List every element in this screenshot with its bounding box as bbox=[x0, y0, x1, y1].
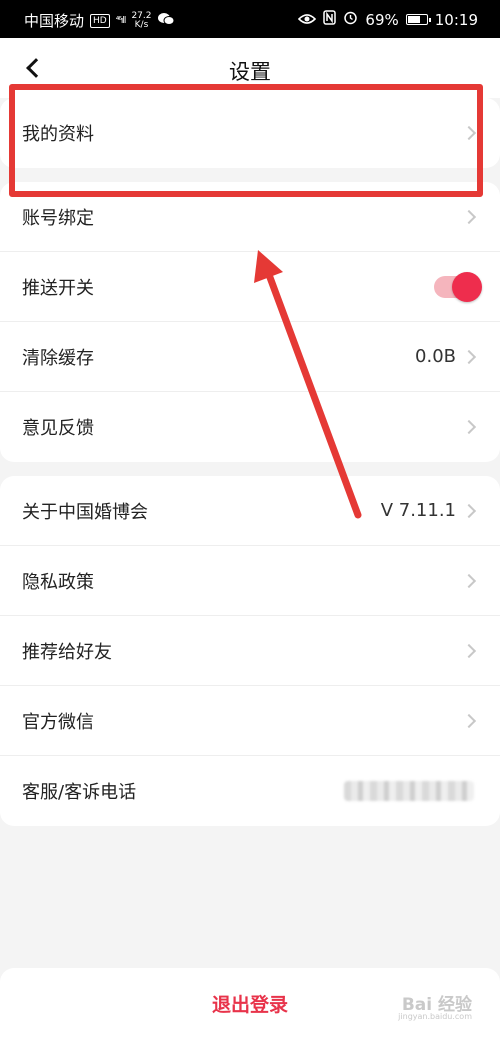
row-feedback[interactable]: 意见反馈 bbox=[0, 392, 500, 462]
settings-group-about: 关于中国婚博会 V 7.11.1 隐私政策 推荐给好友 官方微信 客服/客诉电话 bbox=[0, 476, 500, 826]
network-speed: 27.2 K/s bbox=[131, 11, 151, 30]
row-label: 意见反馈 bbox=[22, 418, 94, 439]
battery-percent: 69% bbox=[365, 10, 399, 29]
chevron-right-icon bbox=[461, 503, 477, 518]
chevron-right-icon bbox=[461, 349, 477, 364]
row-label: 清除缓存 bbox=[22, 347, 94, 369]
carrier-name: 中国移动 bbox=[24, 12, 85, 30]
settings-group-account: 账号绑定 推送开关 清除缓存 0.0B 意见反馈 bbox=[0, 182, 500, 462]
row-about[interactable]: 关于中国婚博会 V 7.11.1 bbox=[0, 476, 500, 546]
row-label: 客服/客诉电话 bbox=[22, 782, 137, 803]
logout-label: 退出登录 bbox=[211, 993, 288, 1016]
watermark: Bai 经验 jingyan.baidu.com bbox=[398, 990, 472, 1021]
battery-icon bbox=[405, 14, 431, 25]
chevron-right-icon bbox=[461, 713, 477, 728]
row-official-wechat[interactable]: 官方微信 bbox=[0, 686, 500, 756]
row-label: 账号绑定 bbox=[22, 207, 94, 229]
row-push-switch: 推送开关 bbox=[0, 252, 500, 322]
status-bar: 中国移动 HD ⁴⁶ıll 27.2 K/s 69% 10:19 bbox=[0, 0, 500, 38]
toggle-knob bbox=[452, 271, 482, 302]
chevron-right-icon bbox=[461, 573, 477, 588]
watermark-sub: jingyan.baidu.com bbox=[398, 1012, 472, 1021]
row-recommend-friends[interactable]: 推荐给好友 bbox=[0, 616, 500, 686]
push-toggle[interactable] bbox=[434, 271, 482, 302]
row-customer-service[interactable]: 客服/客诉电话 bbox=[0, 756, 500, 826]
settings-group-profile: 我的资料 bbox=[0, 98, 500, 168]
page-title: 设置 bbox=[229, 60, 271, 84]
chevron-right-icon bbox=[461, 419, 477, 435]
hd-icon: HD bbox=[90, 13, 110, 28]
eye-icon bbox=[298, 11, 317, 29]
cache-size: 0.0B bbox=[415, 346, 456, 367]
row-privacy-policy[interactable]: 隐私政策 bbox=[0, 546, 500, 616]
row-label: 官方微信 bbox=[22, 711, 94, 733]
row-label: 推送开关 bbox=[22, 277, 94, 299]
chevron-right-icon bbox=[461, 125, 477, 141]
clock: 10:19 bbox=[434, 10, 478, 29]
chevron-right-icon bbox=[461, 643, 477, 658]
row-account-binding[interactable]: 账号绑定 bbox=[0, 182, 500, 252]
app-version: V 7.11.1 bbox=[380, 500, 456, 521]
nfc-icon bbox=[323, 10, 337, 29]
nav-header: 设置 bbox=[0, 38, 500, 98]
row-label: 隐私政策 bbox=[22, 571, 94, 593]
blurred-phone-number bbox=[344, 781, 474, 801]
alarm-icon bbox=[343, 10, 358, 29]
row-clear-cache[interactable]: 清除缓存 0.0B bbox=[0, 322, 500, 392]
row-label: 推荐给好友 bbox=[22, 641, 112, 663]
signal-icon: ⁴⁶ıll bbox=[115, 15, 127, 26]
speed-unit: K/s bbox=[134, 19, 149, 30]
wechat-icon bbox=[157, 12, 175, 30]
row-label: 关于中国婚博会 bbox=[22, 501, 148, 523]
row-my-profile[interactable]: 我的资料 bbox=[0, 98, 500, 168]
chevron-right-icon bbox=[461, 209, 477, 224]
row-label: 我的资料 bbox=[22, 124, 94, 145]
